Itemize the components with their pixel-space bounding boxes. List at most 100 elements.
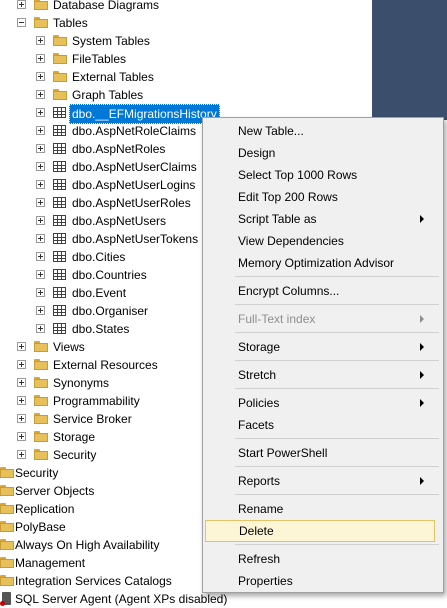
menu-separator bbox=[235, 388, 439, 389]
folder-icon bbox=[34, 17, 48, 28]
tree-item[interactable]: System Tables bbox=[0, 32, 372, 50]
menu-item-memory-optimization-advisor[interactable]: Memory Optimization Advisor bbox=[203, 252, 443, 274]
tree-item-label: Replication bbox=[15, 502, 75, 516]
expand-icon[interactable] bbox=[17, 378, 26, 387]
expand-icon[interactable] bbox=[36, 126, 45, 135]
folder-icon bbox=[0, 521, 14, 532]
menu-separator bbox=[235, 466, 439, 467]
folder-icon bbox=[53, 71, 67, 82]
menu-item-reports[interactable]: Reports bbox=[203, 470, 443, 492]
expand-icon[interactable] bbox=[36, 144, 45, 153]
menu-item-label: Reports bbox=[238, 474, 281, 488]
tree-item-label: Synonyms bbox=[53, 376, 110, 390]
submenu-arrow-icon bbox=[420, 371, 424, 379]
tree-item-label: External Tables bbox=[72, 70, 154, 84]
tree-item[interactable]: External Tables bbox=[0, 68, 372, 86]
menu-item-delete[interactable]: Delete bbox=[205, 520, 435, 542]
tree-item-label: dbo.AspNetUserTokens bbox=[72, 232, 199, 246]
expand-icon[interactable] bbox=[17, 450, 26, 459]
expand-icon[interactable] bbox=[17, 414, 26, 423]
tree-item-label: Graph Tables bbox=[72, 88, 144, 102]
tree-item[interactable]: Tables bbox=[0, 14, 372, 32]
expand-icon[interactable] bbox=[17, 432, 26, 441]
menu-item-label: Properties bbox=[238, 574, 293, 588]
menu-item-refresh[interactable]: Refresh bbox=[203, 548, 443, 570]
expand-icon[interactable] bbox=[36, 306, 45, 315]
tree-item-label: dbo.Organiser bbox=[72, 304, 149, 318]
menu-separator bbox=[235, 304, 439, 305]
expand-icon[interactable] bbox=[36, 54, 45, 63]
side-panel bbox=[372, 0, 447, 120]
expand-icon[interactable] bbox=[17, 0, 26, 9]
expand-icon[interactable] bbox=[17, 360, 26, 369]
tree-item[interactable]: Database Diagrams bbox=[0, 0, 372, 14]
menu-item-label: Edit Top 200 Rows bbox=[238, 190, 338, 204]
table-icon bbox=[53, 161, 66, 172]
expand-icon[interactable] bbox=[36, 252, 45, 261]
expand-icon[interactable] bbox=[36, 180, 45, 189]
expand-icon[interactable] bbox=[36, 216, 45, 225]
tree-item-label: Integration Services Catalogs bbox=[15, 574, 172, 588]
folder-icon bbox=[34, 431, 48, 442]
tree-item-label: Database Diagrams bbox=[53, 0, 160, 12]
table-icon bbox=[53, 269, 66, 280]
expand-icon[interactable] bbox=[17, 342, 26, 351]
folder-icon bbox=[0, 467, 14, 478]
table-icon bbox=[53, 323, 66, 334]
table-icon bbox=[53, 233, 66, 244]
menu-item-label: Facets bbox=[238, 418, 275, 432]
menu-item-full-text-index: Full-Text index bbox=[203, 308, 443, 330]
tree-item-label: dbo.AspNetUserClaims bbox=[72, 160, 197, 174]
tree-item-label: dbo.AspNetRoleClaims bbox=[72, 124, 197, 138]
menu-item-start-powershell[interactable]: Start PowerShell bbox=[203, 442, 443, 464]
menu-item-encrypt-columns[interactable]: Encrypt Columns... bbox=[203, 280, 443, 302]
menu-separator bbox=[235, 360, 439, 361]
expand-icon[interactable] bbox=[36, 36, 45, 45]
tree-item-label: PolyBase bbox=[15, 520, 66, 534]
table-icon bbox=[53, 251, 66, 262]
menu-item-script-table-as[interactable]: Script Table as bbox=[203, 208, 443, 230]
expand-icon[interactable] bbox=[36, 324, 45, 333]
sql-agent-icon bbox=[0, 592, 11, 606]
expand-icon[interactable] bbox=[36, 288, 45, 297]
tree-item-label: Server Objects bbox=[15, 484, 95, 498]
expand-icon[interactable] bbox=[36, 198, 45, 207]
menu-item-properties[interactable]: Properties bbox=[203, 570, 443, 592]
expand-icon[interactable] bbox=[36, 108, 45, 117]
submenu-arrow-icon bbox=[420, 399, 424, 407]
folder-icon bbox=[53, 35, 67, 46]
menu-item-facets[interactable]: Facets bbox=[203, 414, 443, 436]
folder-icon bbox=[53, 53, 67, 64]
tree-item-label: Service Broker bbox=[53, 412, 132, 426]
table-icon bbox=[53, 197, 66, 208]
menu-item-rename[interactable]: Rename bbox=[203, 498, 443, 520]
expand-icon[interactable] bbox=[17, 396, 26, 405]
menu-item-label: Design bbox=[238, 146, 276, 160]
submenu-arrow-icon bbox=[420, 215, 424, 223]
expand-icon[interactable] bbox=[36, 270, 45, 279]
menu-item-view-dependencies[interactable]: View Dependencies bbox=[203, 230, 443, 252]
menu-item-design[interactable]: Design bbox=[203, 142, 443, 164]
menu-item-label: Rename bbox=[238, 502, 284, 516]
tree-item-label: Programmability bbox=[53, 394, 140, 408]
menu-item-label: Script Table as bbox=[238, 212, 317, 226]
menu-separator bbox=[235, 332, 439, 333]
menu-item-policies[interactable]: Policies bbox=[203, 392, 443, 414]
menu-item-stretch[interactable]: Stretch bbox=[203, 364, 443, 386]
tree-item[interactable]: FileTables bbox=[0, 50, 372, 68]
collapse-icon[interactable] bbox=[17, 18, 26, 27]
expand-icon[interactable] bbox=[36, 90, 45, 99]
expand-icon[interactable] bbox=[36, 162, 45, 171]
expand-icon[interactable] bbox=[36, 234, 45, 243]
expand-icon[interactable] bbox=[36, 72, 45, 81]
menu-item-storage[interactable]: Storage bbox=[203, 336, 443, 358]
menu-separator bbox=[235, 494, 439, 495]
tree-item-label: Management bbox=[15, 556, 86, 570]
menu-item-edit-top-200-rows[interactable]: Edit Top 200 Rows bbox=[203, 186, 443, 208]
tree-item[interactable]: Graph Tables bbox=[0, 86, 372, 104]
menu-item-new-table[interactable]: New Table... bbox=[203, 120, 443, 142]
submenu-arrow-icon bbox=[420, 343, 424, 351]
menu-item-select-top-1000-rows[interactable]: Select Top 1000 Rows bbox=[203, 164, 443, 186]
tree-item-label: dbo.AspNetUsers bbox=[72, 214, 167, 228]
menu-separator bbox=[235, 276, 439, 277]
